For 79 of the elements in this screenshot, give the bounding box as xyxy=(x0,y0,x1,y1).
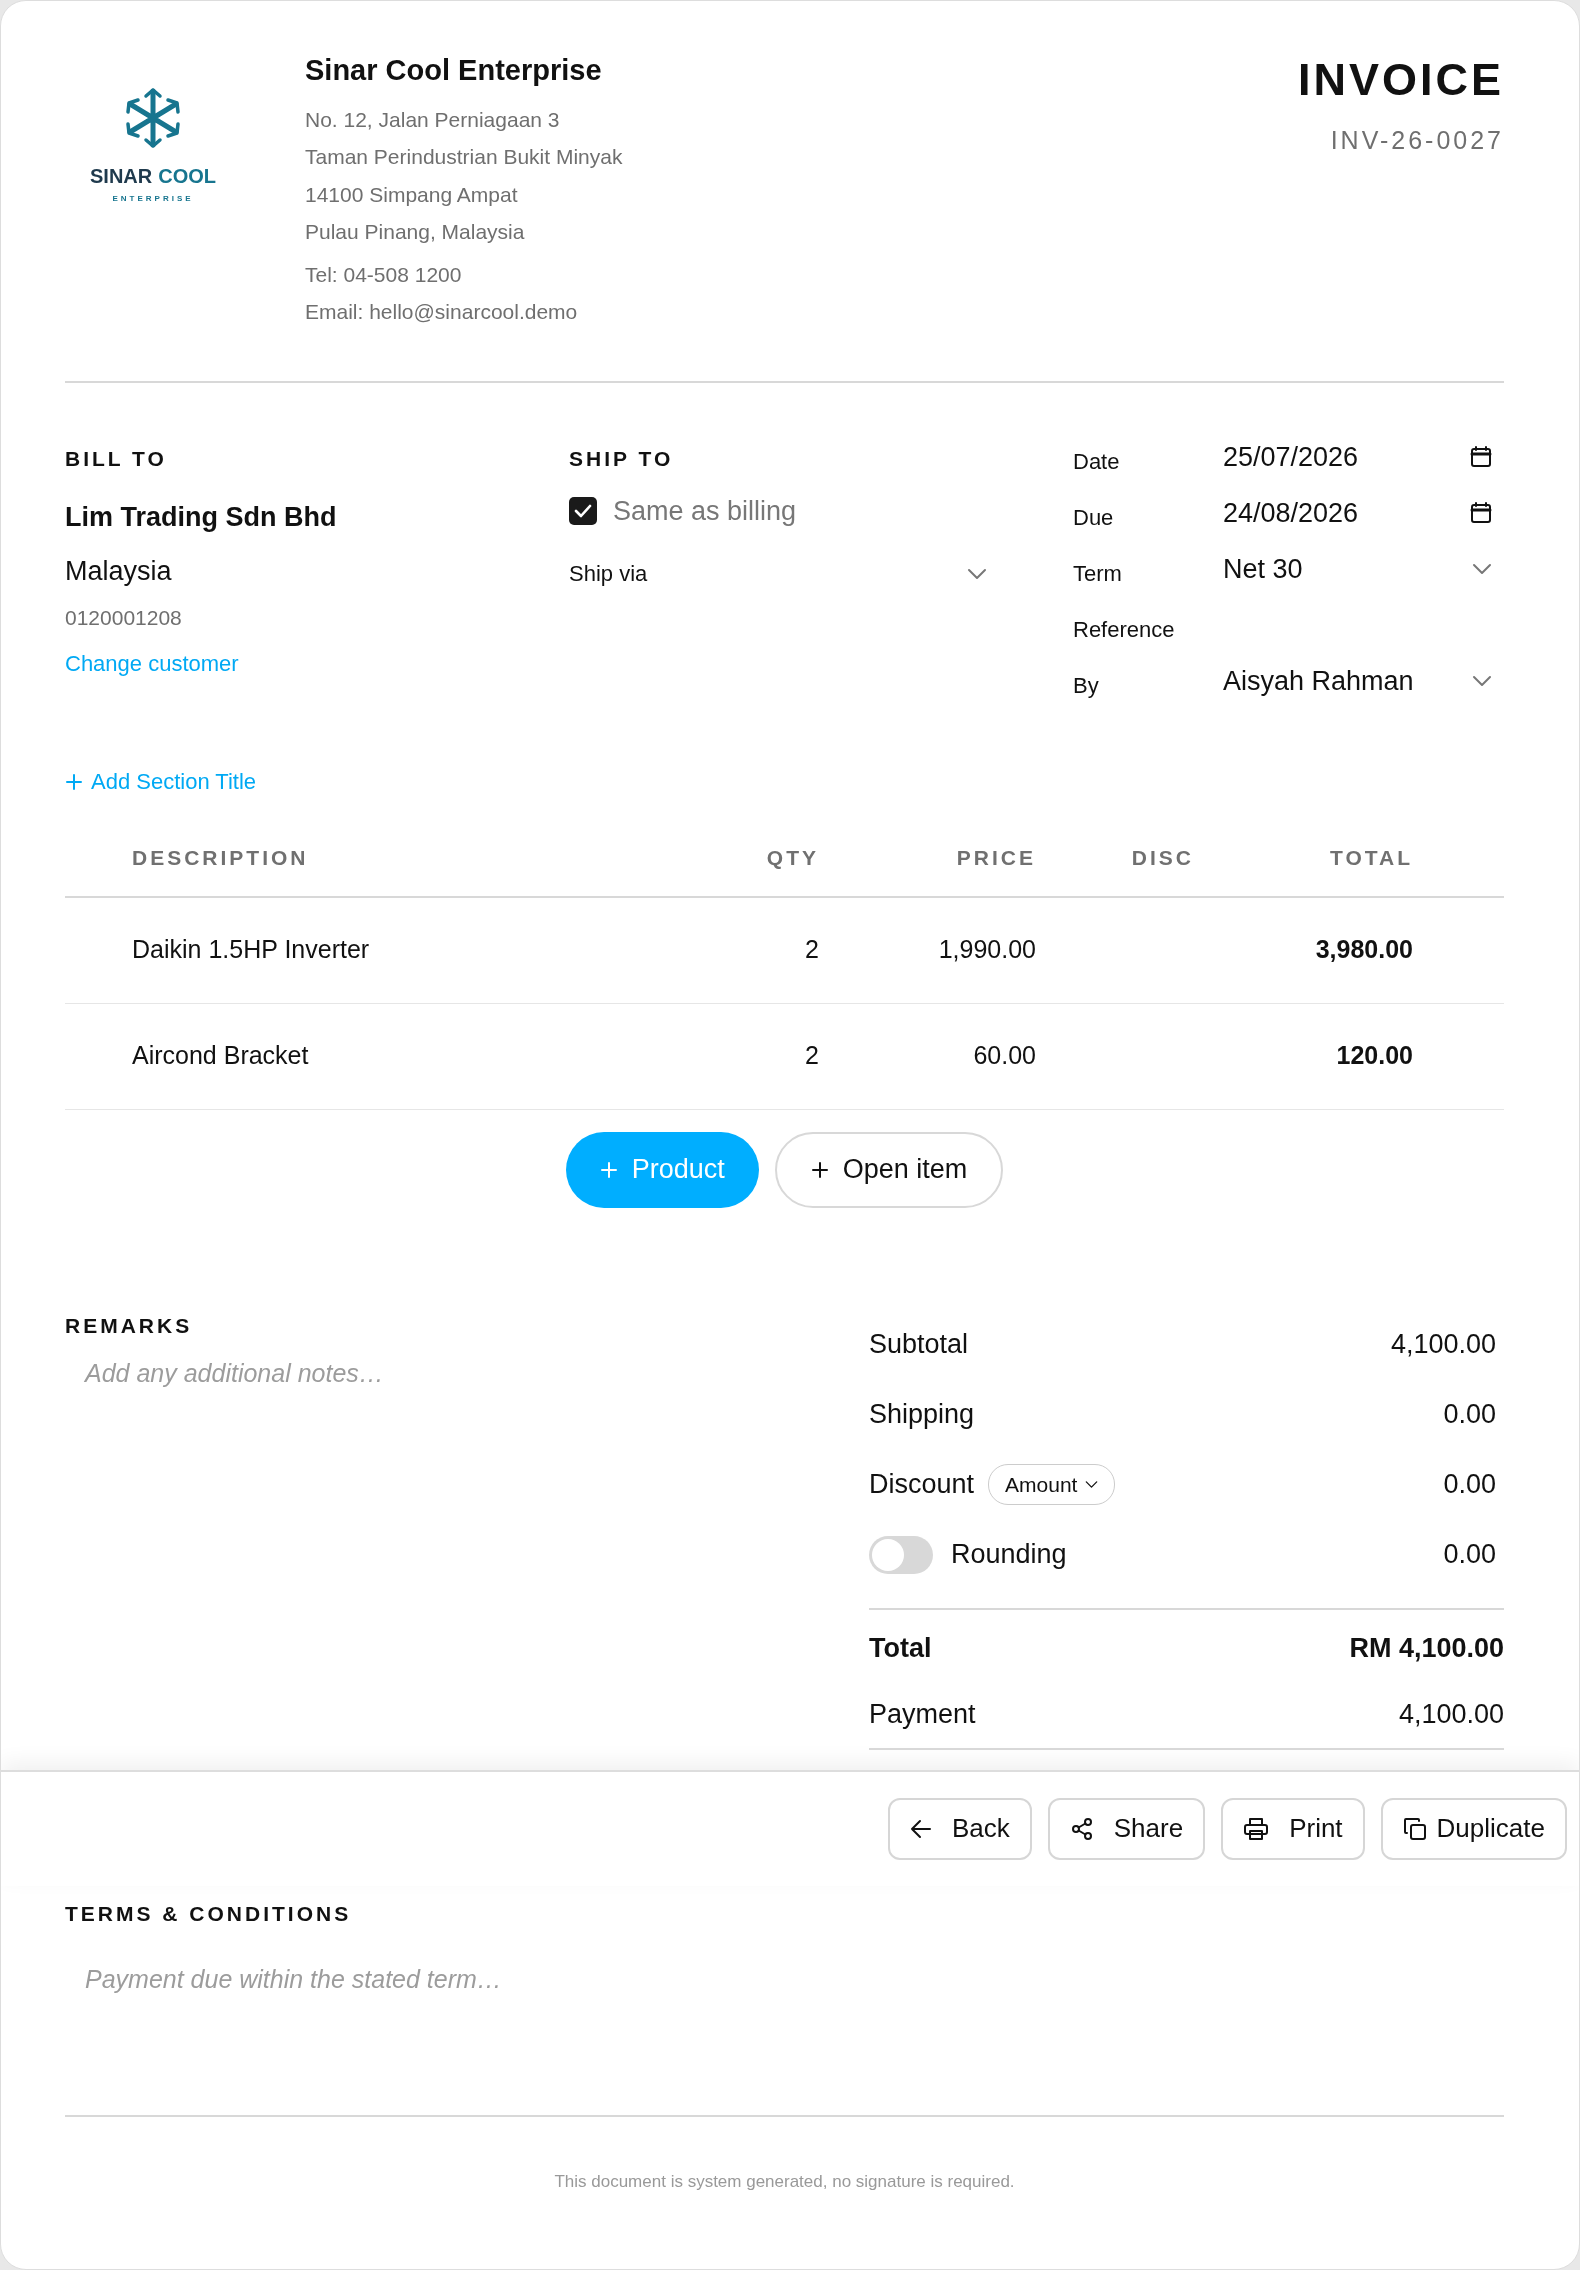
calendar-icon xyxy=(1470,502,1492,524)
address-line: 14100 Simpang Ampat xyxy=(305,181,519,208)
checkbox-label: Same as billing xyxy=(613,494,797,528)
printer-icon xyxy=(1243,1816,1270,1841)
discount-mode-select[interactable]: Amount xyxy=(988,1463,1116,1506)
add-open-item-button[interactable]: Open item xyxy=(774,1131,1004,1208)
print-button[interactable]: Print xyxy=(1221,1797,1365,1860)
payment-label: Payment xyxy=(869,1698,976,1732)
column-header: DISC xyxy=(1130,845,1194,871)
column-header: PRICE xyxy=(955,845,1036,871)
address-line: No. 12, Jalan Perniagaan 3 xyxy=(305,106,561,133)
column-header: DESCRIPTION xyxy=(132,845,310,871)
toggle-switch[interactable] xyxy=(869,1535,933,1574)
grand-total-value: RM 4,100.00 xyxy=(1349,1632,1504,1666)
duplicate-button[interactable]: Duplicate xyxy=(1380,1797,1567,1860)
share-button[interactable]: Share xyxy=(1047,1797,1206,1860)
chevron-down-icon xyxy=(967,567,987,580)
payment-value: 4,100.00 xyxy=(1398,1698,1504,1732)
total-value: 4,100.00 xyxy=(1390,1328,1496,1362)
table-cell-text: 120.00 xyxy=(1335,1040,1413,1072)
back-button[interactable]: Back xyxy=(887,1797,1032,1860)
field-label: Date xyxy=(1073,447,1121,476)
checkbox[interactable] xyxy=(569,496,597,525)
total-value: 0.00 xyxy=(1443,1538,1496,1572)
invoice-number: INV-26-0027 xyxy=(1329,125,1504,156)
section-heading: SHIP TO xyxy=(569,446,675,472)
table-cell-text: 2 xyxy=(804,1040,819,1072)
total-label: Discount xyxy=(869,1468,975,1502)
check-icon xyxy=(574,503,592,518)
document-title: INVOICE xyxy=(1297,57,1504,102)
select-field[interactable]: Aisyah Rahman xyxy=(1223,659,1506,703)
total-label: Shipping xyxy=(869,1398,975,1432)
calendar-icon xyxy=(1470,446,1492,468)
table-cell-text: Aircond Bracket xyxy=(132,1040,310,1072)
chevron-down-icon xyxy=(1472,563,1492,575)
footer-note: This document is system generated, no signature is required. xyxy=(553,2170,1016,2193)
plus-icon xyxy=(65,772,83,791)
table-cell-text: 2 xyxy=(804,934,819,966)
copy-icon xyxy=(1402,1816,1427,1841)
contact-line: Email: hello@sinarcool.demo xyxy=(305,299,579,325)
contact-line: Tel: 04-508 1200 xyxy=(305,261,463,288)
table-cell-text: 1,990.00 xyxy=(937,934,1036,966)
chevron-down-icon xyxy=(1085,1480,1099,1489)
logo-tagline: ENTERPRISE xyxy=(112,193,194,205)
field-label: Due xyxy=(1073,503,1115,532)
select-field[interactable]: Net 30 xyxy=(1223,547,1506,591)
plus-icon xyxy=(810,1160,829,1179)
section-heading: BILL TO xyxy=(65,446,167,472)
total-label: Rounding xyxy=(951,1538,1067,1572)
date-field[interactable]: 25/07/2026 xyxy=(1223,435,1506,479)
company-name: Sinar Cool Enterprise xyxy=(305,53,603,88)
table-cell-text: 3,980.00 xyxy=(1314,934,1413,966)
snowflake-icon xyxy=(124,87,182,149)
logo-text: SINAR xyxy=(90,164,153,189)
customer-name: Lim Trading Sdn Bhd xyxy=(65,500,337,534)
date-field[interactable]: 24/08/2026 xyxy=(1223,491,1506,535)
total-value: 0.00 xyxy=(1443,1398,1496,1432)
address-line: Pulau Pinang, Malaysia xyxy=(305,219,526,245)
total-value: 0.00 xyxy=(1443,1468,1496,1502)
customer-phone: 0120001208 xyxy=(65,604,182,631)
total-label: Subtotal xyxy=(869,1328,969,1362)
logo-text: COOL xyxy=(158,164,216,189)
field-label: Reference xyxy=(1073,615,1175,644)
chevron-down-icon xyxy=(1472,675,1492,687)
field-label: By xyxy=(1073,671,1100,700)
ship-via-select[interactable]: Ship via xyxy=(569,557,999,590)
plus-icon xyxy=(599,1160,618,1179)
column-header: QTY xyxy=(765,845,819,871)
share-icon xyxy=(1069,1816,1094,1841)
arrow-left-icon xyxy=(909,1818,932,1839)
address-line: Taman Perindustrian Bukit Minyak xyxy=(305,144,623,170)
table-cell-text: Daikin 1.5HP Inverter xyxy=(132,934,371,966)
customer-country: Malaysia xyxy=(65,555,172,588)
field-label: Term xyxy=(1073,559,1123,588)
column-header: TOTAL xyxy=(1328,845,1413,871)
table-cell-text: 60.00 xyxy=(972,1040,1036,1072)
section-heading: REMARKS xyxy=(65,1312,194,1339)
section-heading: TERMS & CONDITIONS xyxy=(65,1900,353,1927)
total-label: Total xyxy=(869,1632,932,1666)
